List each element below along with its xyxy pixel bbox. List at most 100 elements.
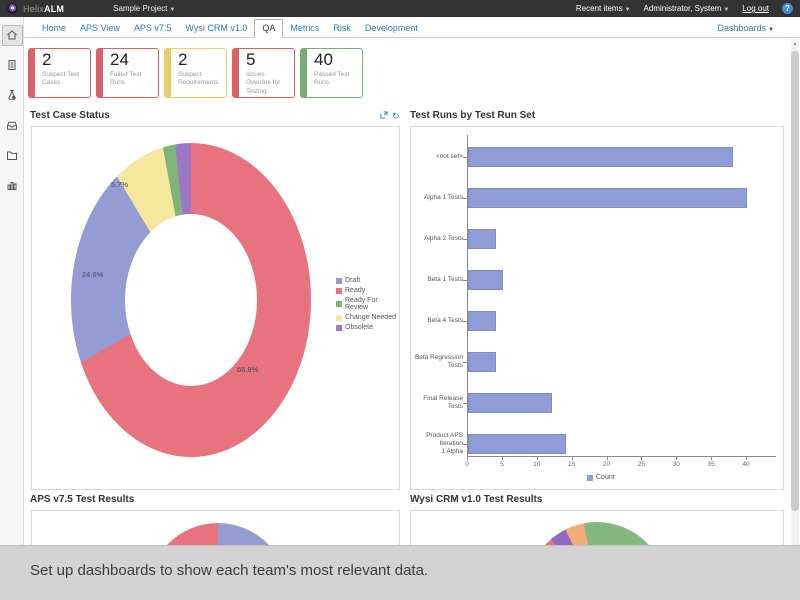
user-menu[interactable]: Administrator, System ▼ <box>644 4 730 13</box>
card-label: Failed Test Runs <box>110 70 142 87</box>
y-axis-tick <box>463 239 467 240</box>
export-icon[interactable] <box>380 111 388 121</box>
card-value: 2 <box>42 50 52 69</box>
legend-item: Draft <box>336 277 399 284</box>
recent-items-menu[interactable]: Recent items ▼ <box>576 4 631 13</box>
sidebar-item-test-runs[interactable] <box>0 80 24 110</box>
refresh-icon[interactable]: ↻ <box>392 111 400 121</box>
card-label: Suspect Requirements <box>178 70 219 87</box>
x-axis-tick-label: 40 <box>742 461 750 468</box>
inbox-icon <box>2 115 23 136</box>
sidebar-item-test-library[interactable] <box>0 110 24 140</box>
card-stripe <box>301 49 307 97</box>
donut-hole <box>125 214 257 386</box>
tab-risk[interactable]: Risk <box>326 20 358 37</box>
card-stripe <box>97 49 103 97</box>
x-axis-tick <box>676 457 678 460</box>
legend-item: Ready <box>336 287 399 294</box>
x-axis-tick-label: 35 <box>707 461 715 468</box>
panel-title-test-runs: Test Runs by Test Run Set <box>410 110 536 121</box>
bar-category-label: Beta 4 Tests <box>427 317 463 325</box>
test-case-status-panel: 66.8% 24.6% 5.7% Draft Ready Ready For Revie… <box>31 126 400 490</box>
y-axis-tick <box>463 403 467 404</box>
bar-chart-icon <box>2 175 23 196</box>
sidebar-item-documents[interactable] <box>0 140 24 170</box>
legend-swatch <box>336 324 342 331</box>
bar-category-label: Beta Regression Tests <box>414 354 463 369</box>
x-axis-tick-label: 20 <box>602 461 611 468</box>
sidebar-item-requirements[interactable] <box>0 50 24 80</box>
x-axis-tick <box>641 457 643 460</box>
vertical-scrollbar[interactable]: ▲ <box>791 39 799 545</box>
scrollbar-thumb[interactable] <box>791 51 799 511</box>
scroll-up-icon[interactable]: ▲ <box>791 41 799 47</box>
legend-swatch <box>336 287 342 294</box>
y-axis-tick <box>463 321 467 322</box>
tab-wysi-crm[interactable]: Wysi CRM v1.0 <box>178 20 254 37</box>
tab-qa[interactable]: QA <box>254 19 284 38</box>
legend-label: Change Needed <box>345 314 396 321</box>
sidebar-item-reports[interactable] <box>0 170 24 200</box>
card-failed-test-runs[interactable]: 24 Failed Test Runs <box>96 48 159 98</box>
help-button[interactable]: ? <box>782 3 793 14</box>
x-axis-tick-label: 5 <box>500 461 504 468</box>
wysi-results-panel <box>410 510 784 545</box>
tab-bar: Home APS View APS v7.5 Wysi CRM v1.0 QA … <box>25 17 800 38</box>
dashboards-selector[interactable]: Dashboards ▼ <box>718 23 774 37</box>
x-axis-tick <box>571 457 573 460</box>
legend-label: Obsolete <box>345 324 374 331</box>
home-icon <box>1 24 23 46</box>
chevron-down-icon: ▼ <box>723 7 730 13</box>
card-stripe <box>233 49 239 97</box>
tab-aps-v75[interactable]: APS v7.5 <box>127 20 179 37</box>
legend-swatch <box>336 314 342 321</box>
card-value: 24 <box>110 50 129 69</box>
legend-item: Change Needed <box>336 314 399 321</box>
card-label: Suspect Test Cases <box>42 70 80 87</box>
test-runs-bar-chart: Count <not set> Alpha 1 Tests Alpha 2 Test… <box>411 127 783 489</box>
card-label: Passed Test Runs <box>314 70 350 87</box>
tab-metrics[interactable]: Metrics <box>283 20 326 37</box>
legend-item: Ready For Review <box>336 297 399 311</box>
project-selector[interactable]: Sample Project ▼ <box>113 4 175 13</box>
bar-category-label: Alpha 1 Tests <box>424 194 463 202</box>
tab-development[interactable]: Development <box>358 20 425 37</box>
card-passed-test-runs[interactable]: 40 Passed Test Runs <box>300 48 363 98</box>
tab-home[interactable]: Home <box>35 20 73 37</box>
footer-message: Set up dashboards to show each team's mo… <box>30 562 429 579</box>
legend-label: Ready For Review <box>345 297 378 311</box>
tab-aps-view[interactable]: APS View <box>73 20 127 37</box>
card-suspect-requirements[interactable]: 2 Suspect Requirements <box>164 48 227 98</box>
x-axis-tick-label: 30 <box>672 461 680 468</box>
card-label: Issues Overdue for Testing <box>246 70 281 95</box>
bar-category-label: Product APS Iteration 1 Alpha <box>426 432 463 455</box>
y-axis-tick <box>463 444 467 445</box>
sidebar-item-home[interactable] <box>0 20 24 50</box>
donut-legend: Draft Ready Ready For Review Change Needed O… <box>336 277 399 334</box>
card-suspect-test-cases[interactable]: 2 Suspect Test Cases <box>28 48 91 98</box>
y-axis-tick <box>463 362 467 363</box>
bar <box>468 270 503 290</box>
logout-link[interactable]: Log out <box>742 4 769 13</box>
x-axis-tick-label: 0 <box>465 461 469 468</box>
document-icon <box>2 55 23 76</box>
x-axis-tick <box>746 457 748 460</box>
legend-label: Ready <box>345 287 366 294</box>
card-issues-overdue[interactable]: 5 Issues Overdue for Testing <box>232 48 295 98</box>
folder-icon <box>2 145 23 166</box>
aps-results-pie-chart <box>148 523 288 545</box>
bar-category-label: Beta 1 Tests <box>427 276 463 284</box>
chevron-down-icon: ▼ <box>768 27 774 33</box>
bar <box>468 147 733 167</box>
bar <box>468 434 566 454</box>
aps-results-panel <box>31 510 400 545</box>
card-value: 2 <box>178 50 188 69</box>
bar-legend: Count <box>587 474 615 481</box>
legend-item: Obsolete <box>336 324 399 331</box>
card-value: 5 <box>246 50 256 69</box>
panel-title-wysi-results: Wysi CRM v1.0 Test Results <box>410 494 543 505</box>
card-stripe <box>29 49 35 97</box>
x-axis-tick <box>606 457 608 460</box>
x-axis-tick-label: 10 <box>533 461 541 468</box>
bar-category-label: Alpha 2 Tests <box>424 235 463 243</box>
